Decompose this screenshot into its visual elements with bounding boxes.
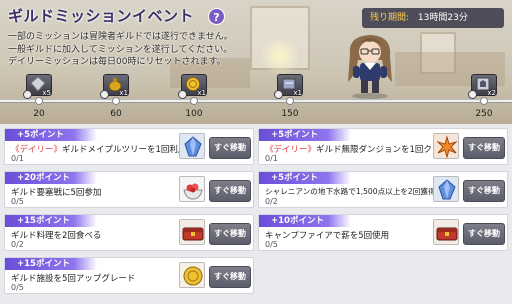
gold-coin-icon <box>180 263 204 287</box>
milestone-reward[interactable]: x1 <box>274 74 303 99</box>
event-banner: ギルドミッションイベント ? 一部のミッションは冒険者ギルドでは遂行できません。… <box>0 0 512 124</box>
mission-progress: 0/5 <box>11 283 24 292</box>
mission-name: ギルド施設を5回アップグレード <box>11 272 135 284</box>
milestone-reward[interactable]: x1 <box>178 74 207 99</box>
mission-points: +15ポイント <box>5 258 97 270</box>
mission-card: +20ポイントギルド要塞戦に5回参加 0/5 すぐ移動 <box>4 171 254 208</box>
character-avatar <box>348 35 392 99</box>
mission-text: キャンプファイアで薪を5回使用 <box>265 231 390 241</box>
mission-points: +5ポイント <box>259 129 351 141</box>
description-line: デイリーミッションは毎日00時にリセットされます。 <box>8 57 226 67</box>
milestone-marker <box>286 97 294 105</box>
mission-points: +5ポイント <box>5 129 97 141</box>
milestone-label: 60 <box>110 109 122 119</box>
clock-icon <box>468 90 477 99</box>
mission-reward-slot[interactable] <box>433 219 459 245</box>
go-now-button[interactable]: すぐ移動 <box>463 223 505 245</box>
remaining-time-value: 13時間23分 <box>417 13 468 23</box>
mission-card: +5ポイントシャレニアンの地下水路で1,500点以上を2回獲得 0/2 すぐ移動 <box>258 171 508 208</box>
clock-icon <box>274 90 283 99</box>
background-lamp <box>260 36 300 76</box>
go-now-button[interactable]: すぐ移動 <box>463 180 505 202</box>
remaining-time: 残り期間: 13時間23分 <box>362 8 504 28</box>
milestone-label: 250 <box>475 109 493 119</box>
milestone-label: 20 <box>33 109 45 119</box>
event-title: ギルドミッションイベント <box>8 7 195 25</box>
description-line: 一部のミッションは冒険者ギルドでは遂行できません。 <box>8 32 233 42</box>
mission-progress: 0/1 <box>265 154 278 163</box>
mission-progress: 0/5 <box>11 197 24 206</box>
sparkle-burst-icon <box>434 134 458 158</box>
mission-progress: 0/1 <box>11 154 24 163</box>
mission-text: ギルド無限ダンジョンを1回クリア <box>316 145 449 155</box>
event-description: 一部のミッションは冒険者ギルドでは遂行できません。 一般ギルドに加入してミッショ… <box>8 31 233 69</box>
mission-card: +5ポイント《デイリー》ギルドメイプルツリーを1回利用 0/1 すぐ移動 <box>4 128 254 165</box>
blue-crystal-icon <box>434 177 458 201</box>
mission-text: シャレニアンの地下水路で1,500点以上を2回獲得 <box>265 187 436 196</box>
fruit-bowl-icon <box>180 177 204 201</box>
mission-name: 《デイリー》ギルド無限ダンジョンを1回クリア <box>265 143 449 155</box>
mission-card: +15ポイントギルド料理を2回食べる 0/2 すぐ移動 <box>4 214 254 251</box>
clock-icon <box>23 90 32 99</box>
clock-icon <box>100 90 109 99</box>
remaining-time-label: 残り期間: <box>370 13 410 23</box>
go-now-button[interactable]: すぐ移動 <box>209 266 251 288</box>
clock-icon <box>178 90 187 99</box>
mission-points: +10ポイント <box>259 215 351 227</box>
milestone-reward[interactable]: x2 <box>468 74 497 99</box>
milestone-label: 100 <box>185 109 203 119</box>
mission-reward-slot[interactable] <box>179 133 205 159</box>
event-progress-bar <box>0 99 512 103</box>
mission-text: ギルド料理を2回食べる <box>11 231 102 241</box>
milestone-reward[interactable]: x5 <box>23 74 52 99</box>
help-icon[interactable]: ? <box>208 8 225 25</box>
mission-text: ギルドメイプルツリーを1回利用 <box>62 145 187 155</box>
red-chest-icon <box>180 220 204 244</box>
go-now-button[interactable]: すぐ移動 <box>209 180 251 202</box>
reward-count: x1 <box>119 89 128 97</box>
mission-progress: 0/2 <box>265 197 278 206</box>
go-now-button[interactable]: すぐ移動 <box>463 137 505 159</box>
mission-points: +20ポイント <box>5 172 97 184</box>
mission-reward-slot[interactable] <box>179 176 205 202</box>
reward-count: x2 <box>487 89 496 97</box>
mission-name: キャンプファイアで薪を5回使用 <box>265 229 389 241</box>
mission-text: ギルド要塞戦に5回参加 <box>11 188 102 198</box>
mission-reward-slot[interactable] <box>179 262 205 288</box>
mission-reward-slot[interactable] <box>433 176 459 202</box>
mission-name: 《デイリー》ギルドメイプルツリーを1回利用 <box>11 143 186 155</box>
mission-name: シャレニアンの地下水路で1,500点以上を2回獲得 <box>265 186 436 197</box>
milestone-marker <box>112 97 120 105</box>
mission-card: +15ポイントギルド施設を5回アップグレード 0/5 すぐ移動 <box>4 257 254 294</box>
milestone-marker <box>35 97 43 105</box>
reward-count: x1 <box>293 89 302 97</box>
mission-name: ギルド要塞戦に5回参加 <box>11 186 101 198</box>
milestone-marker <box>190 97 198 105</box>
milestone-label: 150 <box>281 109 299 119</box>
mission-name: ギルド料理を2回食べる <box>11 229 101 241</box>
blue-crystal-icon <box>180 134 204 158</box>
milestone-marker <box>480 97 488 105</box>
mission-text: ギルド施設を5回アップグレード <box>11 274 136 284</box>
description-line: 一般ギルドに加入してミッションを遂行してください。 <box>8 44 233 55</box>
reward-count: x1 <box>197 89 206 97</box>
go-now-button[interactable]: すぐ移動 <box>209 223 251 245</box>
mission-reward-slot[interactable] <box>179 219 205 245</box>
mission-points: +15ポイント <box>5 215 97 227</box>
milestone-reward[interactable]: x1 <box>100 74 129 99</box>
mission-progress: 0/5 <box>265 240 278 249</box>
mission-progress: 0/2 <box>11 240 24 249</box>
mission-reward-slot[interactable] <box>433 133 459 159</box>
reward-count: x5 <box>42 89 51 97</box>
red-chest-icon <box>434 220 458 244</box>
go-now-button[interactable]: すぐ移動 <box>209 137 251 159</box>
mission-card: +10ポイントキャンプファイアで薪を5回使用 0/5 すぐ移動 <box>258 214 508 251</box>
mission-points: +5ポイント <box>259 172 351 184</box>
mission-card: +5ポイント《デイリー》ギルド無限ダンジョンを1回クリア 0/1 すぐ移動 <box>258 128 508 165</box>
